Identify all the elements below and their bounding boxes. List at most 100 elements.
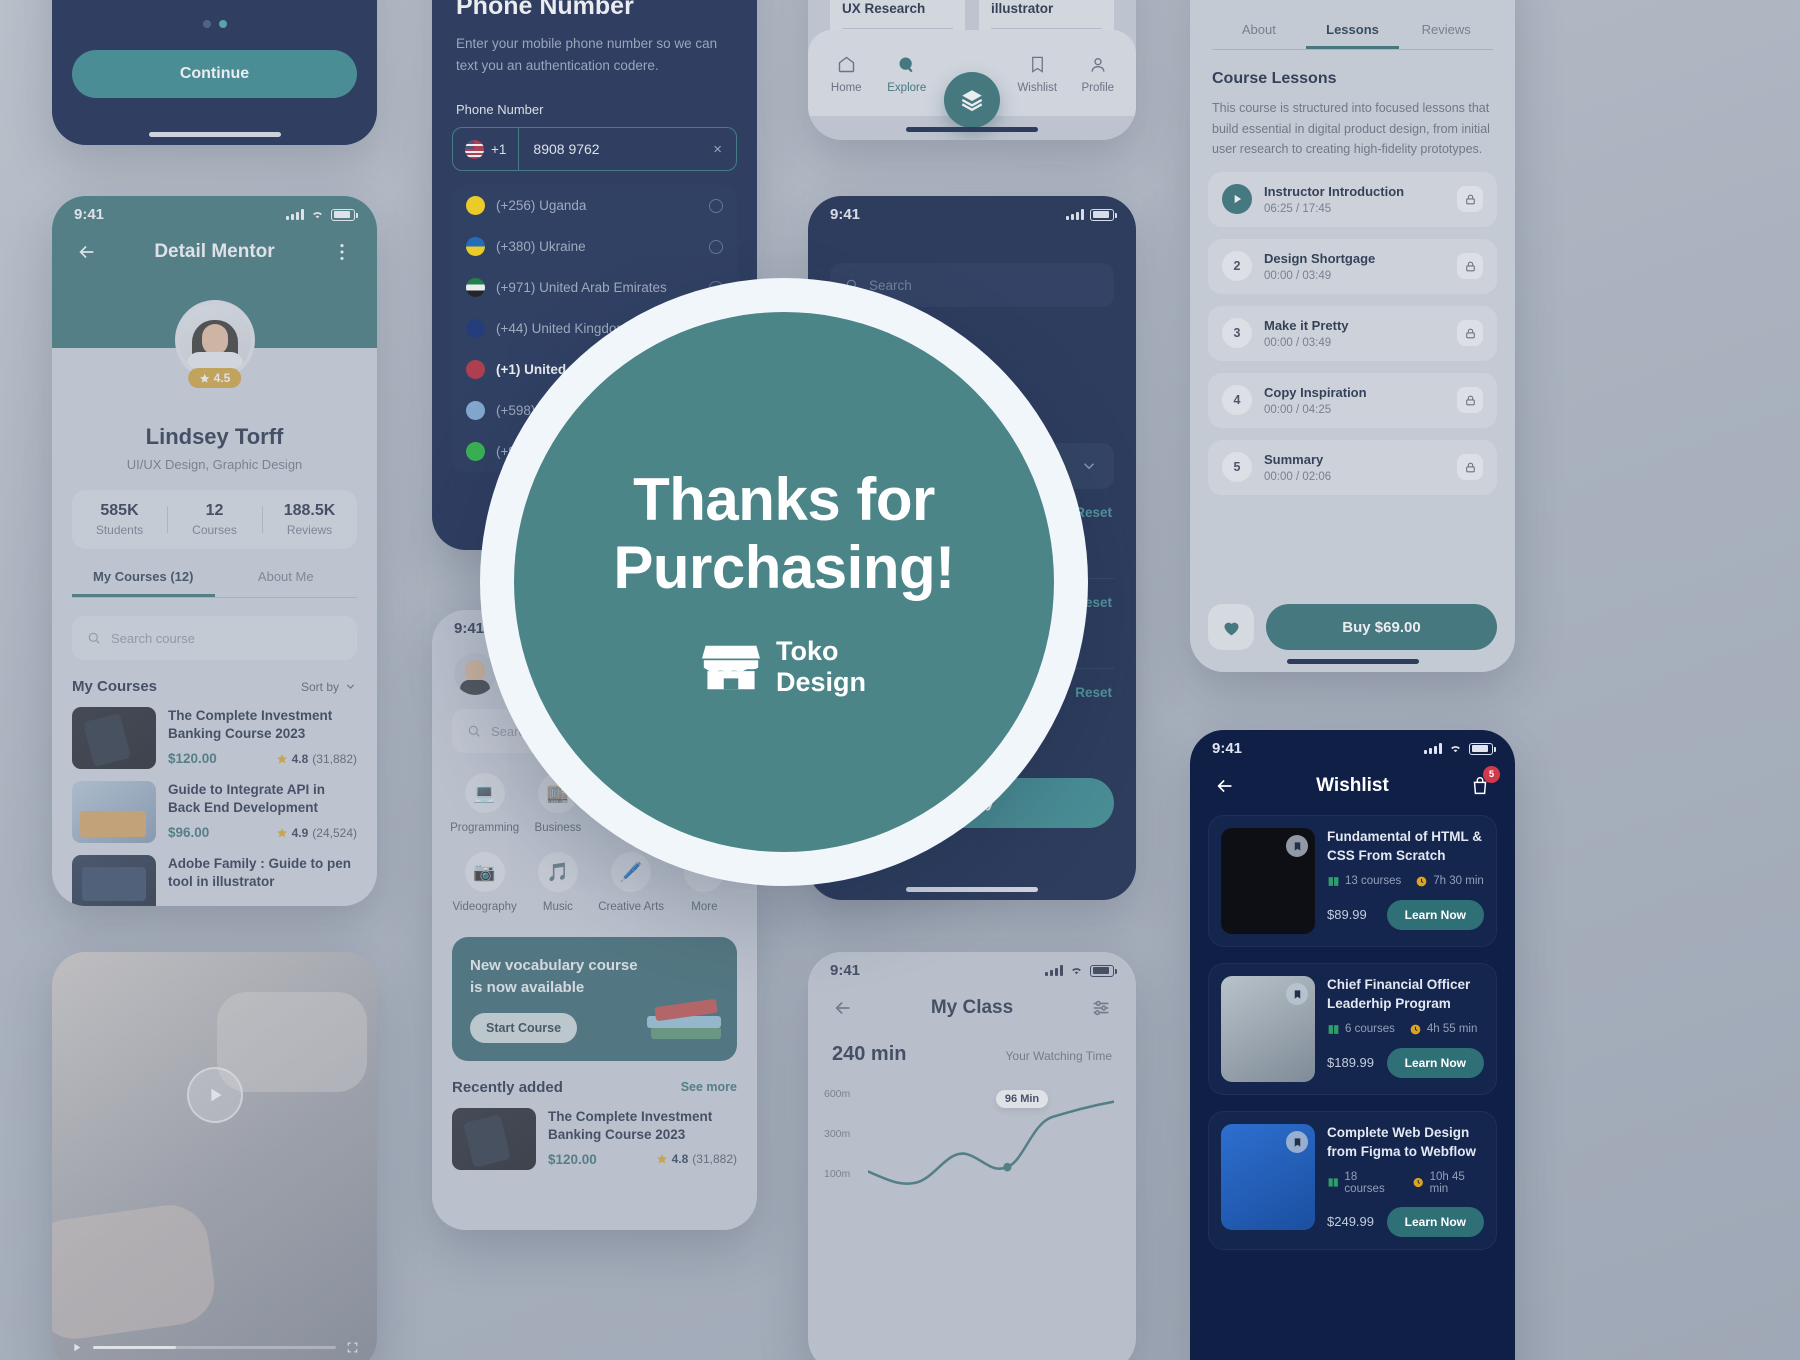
detail-course-nav: Detail Course <box>1190 0 1515 4</box>
cart-icon[interactable]: 5 <box>1467 766 1500 799</box>
y-axis: 600m 300m 100m <box>824 1082 864 1202</box>
bookmark-icon[interactable] <box>1286 1131 1308 1153</box>
lock-icon[interactable] <box>1457 186 1483 213</box>
total-minutes: 240 min <box>832 1043 907 1065</box>
course-count: 6 courses <box>1327 1023 1395 1036</box>
flag-icon <box>466 278 485 298</box>
favorite-button[interactable] <box>1208 604 1254 650</box>
wishlist-item[interactable]: Chief Financial Officer Leaderhip Progra… <box>1208 963 1497 1095</box>
signal-icon <box>286 209 304 220</box>
y-tick: 600m <box>824 1088 851 1100</box>
signal-icon <box>1066 209 1084 220</box>
play-small-icon <box>74 1343 81 1352</box>
tab-wishlist[interactable]: Wishlist <box>1007 53 1068 94</box>
home-indicator <box>1286 659 1419 664</box>
lesson-row[interactable]: 2 Design Shortgage 00:00 / 03:49 <box>1208 238 1497 294</box>
mentor-header: 9:41 Detail Mentor 4.5 <box>52 196 377 388</box>
tab-about[interactable]: About <box>1212 22 1306 49</box>
lock-icon[interactable] <box>1457 387 1483 414</box>
tab-about-me[interactable]: About Me <box>215 569 358 597</box>
layers-fab-button[interactable] <box>944 72 1000 128</box>
lock-icon[interactable] <box>1457 454 1483 481</box>
category-music[interactable]: 🎵 Music <box>521 852 594 913</box>
laptop-icon: 💻 <box>464 773 505 813</box>
tab-home[interactable]: Home <box>816 53 877 94</box>
country-item[interactable]: (+380) Ukraine <box>452 226 737 267</box>
course-row[interactable]: Guide to Integrate API in Back End Devel… <box>72 781 357 843</box>
video-controls[interactable] <box>70 1341 359 1354</box>
wishlist-item[interactable]: Complete Web Design from Figma to Webflo… <box>1208 1111 1497 1250</box>
page-title: My Class <box>930 997 1014 1018</box>
start-course-button[interactable]: Start Course <box>470 1012 578 1043</box>
wishlist-item[interactable]: Fundamental of HTML & CSS From Scratch 1… <box>1208 815 1497 947</box>
card-title: illustrator <box>991 1 1054 16</box>
radio-icon[interactable] <box>709 239 723 254</box>
book-icon <box>1328 876 1339 886</box>
country-item[interactable]: (+256) Uganda <box>452 185 737 226</box>
buy-button[interactable]: Buy $69.00 <box>1266 604 1497 650</box>
layers-icon <box>961 90 983 112</box>
person-icon <box>1068 53 1129 77</box>
tab-profile[interactable]: Profile <box>1068 53 1129 94</box>
continue-button[interactable]: Continue <box>72 50 357 98</box>
chart-line <box>866 1100 1116 1186</box>
category-videography[interactable]: 📷 Videography <box>448 852 521 913</box>
my-class-nav: My Class <box>808 981 1136 1021</box>
back-icon[interactable] <box>74 239 100 265</box>
learn-now-button[interactable]: Learn Now <box>1386 1047 1484 1078</box>
battery-icon <box>1090 964 1117 977</box>
bookmark-icon[interactable] <box>1286 983 1308 1005</box>
brand-line-2: Design <box>775 667 867 698</box>
lesson-title: Instructor Introduction <box>1264 183 1405 199</box>
lock-icon[interactable] <box>1457 253 1483 280</box>
thanks-heading: Thanks for Purchasing! <box>613 466 955 603</box>
back-icon[interactable] <box>830 995 856 1021</box>
thanks-overlay: Thanks for Purchasing! Toko Design <box>514 312 1054 852</box>
category-creative-arts[interactable]: 🖊️ Creative Arts <box>595 852 668 913</box>
phone-number-field[interactable]: +1 8908 9762 × <box>452 127 737 172</box>
tab-reviews[interactable]: Reviews <box>1399 22 1493 49</box>
phone-input-value[interactable]: 8908 9762 <box>519 141 699 157</box>
lesson-time: 00:00 / 03:49 <box>1264 269 1332 282</box>
clear-icon[interactable]: × <box>699 141 736 158</box>
tab-explore[interactable]: Explore <box>877 53 938 94</box>
lock-icon[interactable] <box>1457 320 1483 347</box>
radio-icon[interactable] <box>709 198 723 213</box>
status-time: 9:41 <box>454 620 485 637</box>
play-icon[interactable] <box>186 1067 243 1123</box>
lesson-row[interactable]: 5 Summary 00:00 / 02:06 <box>1208 439 1497 495</box>
more-icon[interactable] <box>329 239 355 265</box>
back-icon[interactable] <box>1212 773 1238 799</box>
category-programming[interactable]: 💻 Programming <box>448 773 521 834</box>
country-code-selector[interactable]: +1 <box>453 128 520 171</box>
stat-value: 585K <box>100 502 139 519</box>
bookmark-icon[interactable] <box>1286 835 1308 857</box>
course-row[interactable]: The Complete Investment Banking Course 2… <box>72 707 357 769</box>
learn-now-button[interactable]: Learn Now <box>1386 1206 1484 1237</box>
recent-course-row[interactable]: The Complete Investment Banking Course 2… <box>452 1107 737 1170</box>
filter-icon[interactable] <box>1088 995 1114 1021</box>
promo-banner[interactable]: New vocabulary course is now available S… <box>452 937 737 1061</box>
wishlist-title: Complete Web Design from Figma to Webflo… <box>1327 1125 1476 1159</box>
course-row[interactable]: Adobe Family : Guide to pen tool in illu… <box>72 855 357 906</box>
tab-lessons[interactable]: Lessons <box>1305 22 1400 49</box>
tab-my-courses[interactable]: My Courses (12) <box>72 569 215 597</box>
share-icon[interactable] <box>1467 0 1493 4</box>
course-price: $120.00 <box>548 1151 597 1167</box>
play-icon[interactable] <box>1222 184 1252 215</box>
lesson-row[interactable]: Instructor Introduction 06:25 / 17:45 <box>1208 171 1497 227</box>
lesson-row[interactable]: 3 Make it Pretty 00:00 / 03:49 <box>1208 305 1497 361</box>
search-course-input[interactable]: Search course <box>72 616 357 660</box>
mentor-stats: 585K Students 12 Courses 188.5K Reviews <box>72 490 357 549</box>
signal-icon <box>1424 743 1442 754</box>
fullscreen-icon <box>347 1342 358 1353</box>
music-icon: 🎵 <box>537 852 578 892</box>
sort-by-button[interactable]: Sort by <box>301 680 357 694</box>
lesson-row[interactable]: 4 Copy Inspiration 00:00 / 04:25 <box>1208 372 1497 428</box>
back-icon[interactable] <box>1212 0 1238 4</box>
see-more-link[interactable]: See more <box>681 1080 737 1094</box>
duration: 10h 45 min <box>1412 1171 1484 1195</box>
status-bar: 9:41 <box>808 196 1136 225</box>
progress-slider[interactable] <box>93 1346 336 1349</box>
learn-now-button[interactable]: Learn Now <box>1386 899 1484 930</box>
